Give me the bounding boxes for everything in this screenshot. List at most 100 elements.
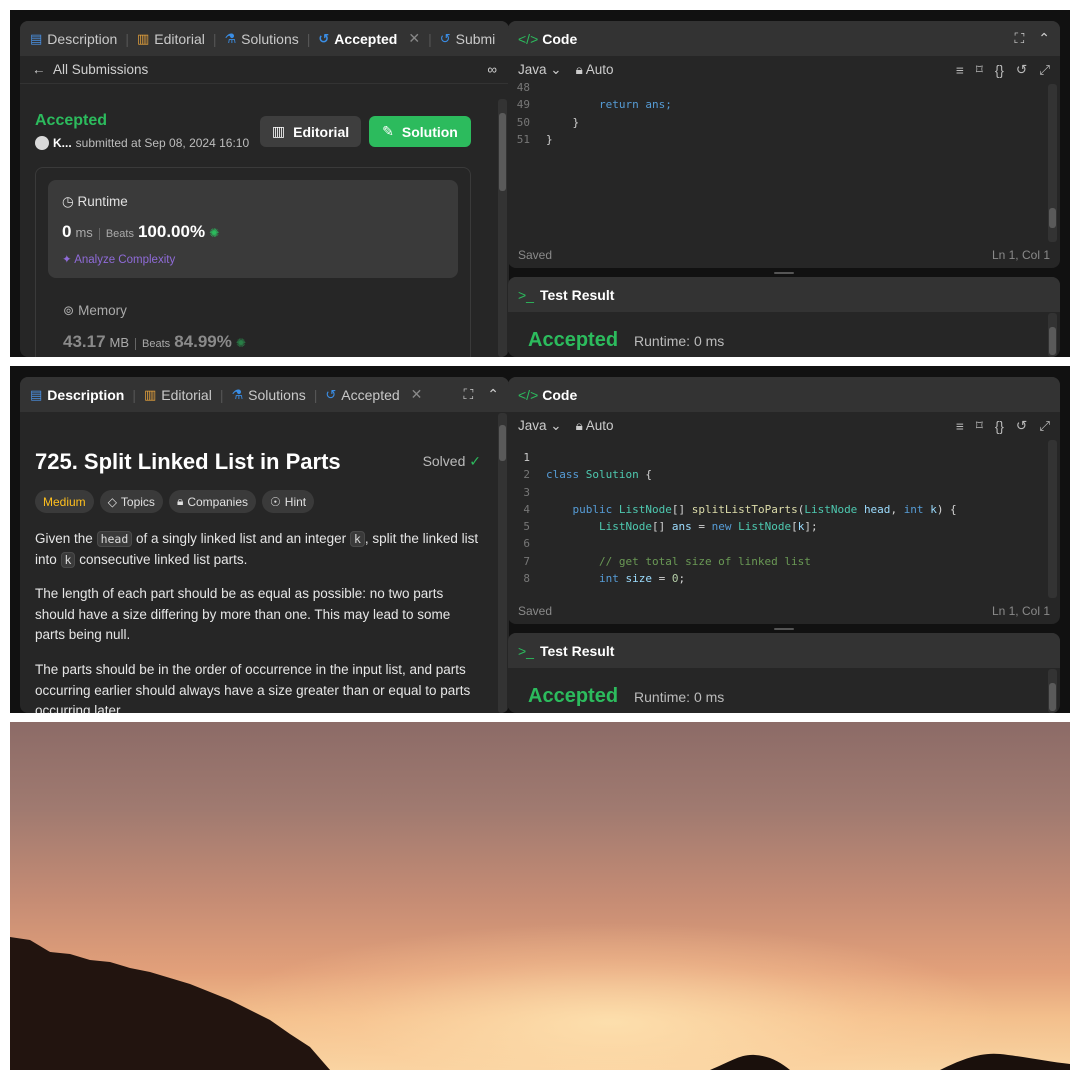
fullscreen-icon[interactable]: ⛶ <box>463 386 473 403</box>
code-line: 6 <box>523 537 530 551</box>
test-result-panel: >_ Test Result Accepted Runtime: 0 ms <box>508 633 1060 713</box>
problem-description: Given the head of a singly linked list a… <box>35 529 480 713</box>
editorial-button[interactable]: ▥ Editorial <box>260 116 361 147</box>
tab-accepted[interactable]: ↺ Accepted ✕ <box>318 30 420 47</box>
tab-description[interactable]: ▤ Description <box>30 387 124 403</box>
code-editor[interactable]: 1 2 class Solution { 3 4 public ListNode[… <box>508 449 1046 585</box>
code-line: 49 return ans; <box>516 98 672 112</box>
description-icon: ▤ <box>30 386 43 402</box>
tab-separator: | <box>125 30 129 47</box>
sunset-photo <box>10 722 1070 1070</box>
companies-tag[interactable]: 🔒︎ Companies <box>168 490 257 513</box>
editor-toolbar: Java ⌄ 🔒︎ Auto ≡ ⌑ {} ↺ ⤢ <box>508 412 1060 440</box>
code-header: </> Code <box>508 377 1060 412</box>
test-result-body: Accepted Runtime: 0 ms <box>528 685 724 708</box>
test-runtime: Runtime: 0 ms <box>634 333 725 349</box>
memory-value: 43.17 MB Beats 84.99% ✺ <box>63 332 246 351</box>
tab-accepted[interactable]: ↺ Accepted ✕ <box>325 386 422 403</box>
code-scrollbar[interactable] <box>1048 440 1057 598</box>
language-select[interactable]: Java ⌄ <box>518 418 562 434</box>
avatar[interactable] <box>35 136 49 150</box>
tab-submissions[interactable]: ↺ Submi <box>440 31 496 47</box>
solution-button[interactable]: ✎ Solution <box>369 116 471 147</box>
close-icon[interactable]: ✕ <box>411 386 423 403</box>
reset-icon[interactable]: ↺ <box>1016 62 1027 78</box>
scrollbar[interactable] <box>498 413 507 713</box>
tab-separator: | <box>313 386 318 403</box>
test-result-panel: >_ Test Result Accepted Runtime: 0 ms <box>508 277 1060 357</box>
book-icon: ▥ <box>271 123 286 139</box>
submission-status: Accepted <box>35 112 108 129</box>
hint-tag[interactable]: ☉ Hint <box>262 490 315 513</box>
history-icon: ↺ <box>325 386 337 402</box>
tag-icon: ◇ <box>107 494 117 509</box>
test-status: Accepted <box>528 685 619 707</box>
clock-icon: ◷ <box>62 194 74 209</box>
lock-icon: 🔒︎ <box>176 494 184 508</box>
lock-icon: 🔒︎ <box>575 418 583 433</box>
format-icon[interactable]: ≡ <box>956 63 964 78</box>
problem-tags: Medium ◇ Topics 🔒︎ Companies ☉ Hint <box>35 490 315 513</box>
code-editor[interactable]: 48 49 return ans; 50 } 51} <box>508 79 1046 148</box>
mode-select[interactable]: 🔒︎ Auto <box>576 62 614 78</box>
tab-solutions[interactable]: ⚗ Solutions <box>231 387 305 403</box>
inline-code: k <box>60 551 76 568</box>
problem-title[interactable]: 725. Split Linked List in Parts <box>35 449 341 475</box>
hill-silhouette <box>10 937 1070 1070</box>
tab-editorial[interactable]: ▥ Editorial <box>144 387 212 403</box>
code-icon: </> <box>518 386 539 403</box>
submitter-info: K... submitted at Sep 08, 2024 16:10 <box>35 136 249 150</box>
braces-icon[interactable]: {} <box>995 63 1004 78</box>
book-icon: ▥ <box>136 30 150 46</box>
language-select[interactable]: Java ⌄ <box>518 62 562 78</box>
back-arrow-icon[interactable]: ← <box>32 62 46 77</box>
runtime-beats: 100.00% <box>137 222 206 241</box>
memory-beats: 84.99% <box>174 332 232 351</box>
book-icon: ▥ <box>143 386 157 402</box>
horizontal-splitter[interactable] <box>774 628 794 630</box>
format-icon[interactable]: ≡ <box>956 419 964 434</box>
cursor-position: Ln 1, Col 1 <box>991 604 1050 618</box>
topics-tag[interactable]: ◇ Topics <box>99 490 163 513</box>
share-link-icon[interactable]: ∞ <box>487 62 497 77</box>
test-scrollbar[interactable] <box>1048 313 1057 357</box>
code-panel: </> Code Java ⌄ 🔒︎ Auto ≡ ⌑ {} ↺ ⤢ 1 2 cla… <box>508 377 1060 624</box>
submission-screenshot: ▤ Description | ▥ Editorial | ⚗ Solutions |… <box>10 10 1070 357</box>
tab-separator: | <box>306 30 311 47</box>
test-scrollbar[interactable] <box>1048 669 1057 713</box>
horizontal-splitter[interactable] <box>774 272 794 274</box>
username[interactable]: K... <box>53 136 72 150</box>
tab-solutions[interactable]: ⚗ Solutions <box>225 31 299 47</box>
collapse-icon[interactable]: ⌃ <box>1038 30 1050 47</box>
scrollbar[interactable] <box>498 99 507 357</box>
check-circle-icon: ✓ <box>469 453 481 469</box>
saved-status: Saved <box>518 248 553 262</box>
bookmark-icon[interactable]: ⌑ <box>976 62 983 78</box>
memory-label[interactable]: ⊚ Memory <box>63 303 127 319</box>
mode-select[interactable]: 🔒︎ Auto <box>576 418 614 434</box>
fullscreen-icon[interactable]: ⛶ <box>1014 30 1024 47</box>
tab-editorial[interactable]: ▥ Editorial <box>137 31 205 47</box>
tab-description[interactable]: ▤ Description <box>30 31 117 47</box>
tab-bar: ▤ Description | ▥ Editorial | ⚗ Solutions |… <box>20 377 509 412</box>
edit-icon: ✎ <box>382 123 394 139</box>
tab-separator: | <box>212 30 217 47</box>
reset-icon[interactable]: ↺ <box>1016 418 1027 434</box>
expand-icon[interactable]: ⤢ <box>1039 62 1050 78</box>
expand-icon[interactable]: ⤢ <box>1039 418 1050 434</box>
collapse-icon[interactable]: ⌃ <box>487 386 499 403</box>
bookmark-icon[interactable]: ⌑ <box>976 418 983 434</box>
all-submissions-link[interactable]: All Submissions <box>53 62 148 77</box>
analyze-complexity-link[interactable]: ✦ Analyze Complexity <box>62 252 175 266</box>
terminal-icon: >_ <box>518 642 534 659</box>
lock-icon: 🔒︎ <box>575 62 583 77</box>
difficulty-tag: Medium <box>35 490 94 513</box>
code-scrollbar[interactable] <box>1048 84 1057 242</box>
tab-separator: | <box>132 386 136 403</box>
inline-code: head <box>96 531 133 547</box>
braces-icon[interactable]: {} <box>995 419 1004 434</box>
runtime-card[interactable]: ◷ Runtime 0 ms Beats 100.00% ✺ ✦ Analyze … <box>48 180 458 278</box>
flask-icon: ⚗ <box>224 30 237 46</box>
description-paragraph: The parts should be in the order of occu… <box>35 661 471 713</box>
close-icon[interactable]: ✕ <box>408 30 420 47</box>
